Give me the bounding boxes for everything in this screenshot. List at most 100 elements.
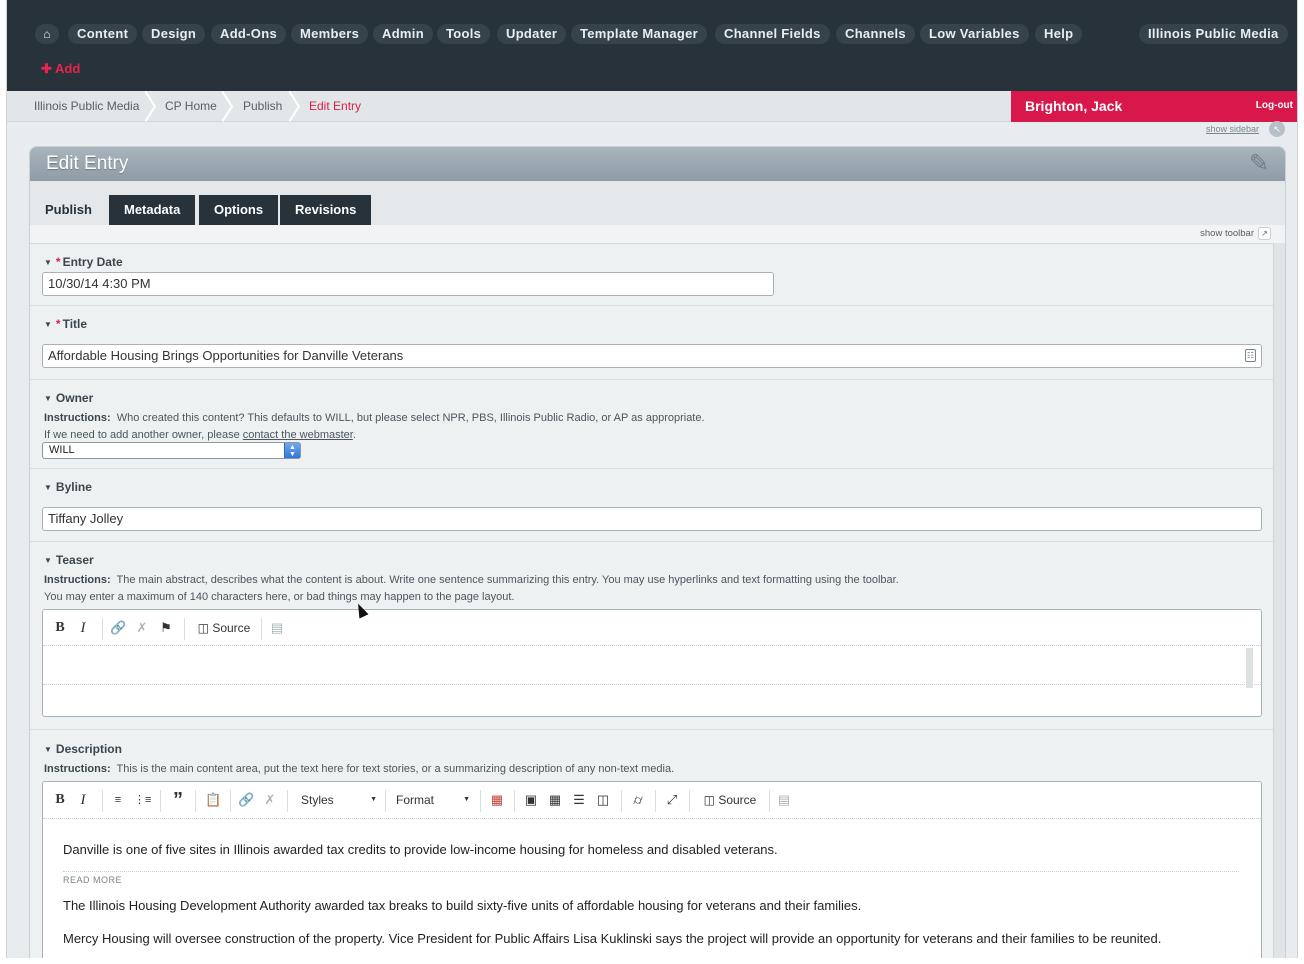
nav-design[interactable]: Design bbox=[142, 24, 206, 44]
toolbar-divider bbox=[514, 790, 515, 812]
bullet-list-icon[interactable]: ⋮≡ bbox=[134, 791, 151, 809]
link-icon[interactable]: 🔗 bbox=[238, 791, 254, 809]
home-icon[interactable]: ⌂ bbox=[35, 24, 59, 44]
nav-members[interactable]: Members bbox=[291, 24, 369, 44]
breadcrumb-separator-icon bbox=[145, 91, 157, 122]
nav-admin[interactable]: Admin bbox=[373, 24, 433, 44]
contact-webmaster-link[interactable]: contact the webmaster bbox=[243, 429, 353, 441]
toolbar-divider bbox=[480, 790, 481, 812]
toolbar-divider bbox=[385, 790, 386, 812]
teaser-editor: B I 🔗 ✗ ⚑ ◫ Source ▤ bbox=[42, 609, 1262, 717]
logout-link[interactable]: Log-out bbox=[1256, 100, 1293, 111]
nav-updater[interactable]: Updater bbox=[497, 24, 567, 44]
nav-template-manager[interactable]: Template Manager bbox=[571, 24, 707, 44]
toolbar-divider bbox=[689, 790, 690, 812]
field-instructions: If we need to add another owner, please … bbox=[44, 429, 356, 441]
page-scrollbar[interactable] bbox=[1273, 243, 1285, 958]
page-break-icon[interactable]: ⌭ bbox=[630, 791, 646, 809]
bold-button[interactable]: B bbox=[53, 791, 67, 809]
anchor-flag-icon[interactable]: ⚑ bbox=[158, 619, 174, 637]
field-instructions: You may enter a maximum of 140 character… bbox=[44, 591, 515, 603]
breadcrumb-cp-home[interactable]: CP Home bbox=[165, 91, 217, 122]
panel-header: Edit Entry ✎ bbox=[30, 147, 1285, 181]
templates-icon[interactable]: ▤ bbox=[776, 791, 792, 809]
nav-help[interactable]: Help bbox=[1035, 24, 1083, 44]
tab-bar: Publish Metadata Options Revisions bbox=[30, 181, 1285, 225]
show-toolbar-label: show toolbar bbox=[1200, 228, 1254, 239]
show-toolbar-link[interactable]: show toolbar ↗ bbox=[1200, 227, 1271, 240]
toolbar-divider bbox=[769, 790, 770, 812]
blockquote-icon[interactable]: ” bbox=[168, 790, 188, 810]
toolbar-divider bbox=[195, 790, 196, 812]
field-label[interactable]: ▼ Owner bbox=[44, 391, 93, 405]
editor-divider bbox=[43, 684, 1261, 685]
breadcrumb-publish[interactable]: Publish bbox=[243, 91, 282, 122]
italic-button[interactable]: I bbox=[77, 791, 89, 809]
toolbar-divider bbox=[184, 618, 185, 640]
user-box: Brighton, Jack Log-out bbox=[1011, 91, 1297, 122]
media-icon[interactable]: ▦ bbox=[488, 791, 506, 809]
field-instructions: Instructions: The main abstract, describ… bbox=[44, 574, 899, 586]
field-label[interactable]: ▼ Byline bbox=[44, 480, 92, 494]
styles-dropdown[interactable]: Styles ▼ bbox=[301, 791, 377, 809]
nav-site-name[interactable]: Illinois Public Media bbox=[1139, 24, 1288, 44]
table-icon[interactable]: ▦ bbox=[547, 791, 563, 809]
nav-low-variables[interactable]: Low Variables bbox=[920, 24, 1029, 44]
tab-metadata[interactable]: Metadata bbox=[109, 195, 196, 225]
maximize-icon[interactable]: ⤢ bbox=[664, 791, 680, 809]
tab-publish[interactable]: Publish bbox=[30, 195, 107, 225]
description-editor: B I ≡ ⋮≡ ” 📋 🔗 ✗ Styles ▼ Format ▼ ▦ ▣ ▦… bbox=[42, 781, 1262, 958]
field-byline: ▼ Byline Tiffany Jolley bbox=[30, 469, 1273, 542]
paragraph[interactable]: Danville is one of five sites in Illinoi… bbox=[63, 842, 778, 857]
field-label[interactable]: ▼ * Title bbox=[44, 317, 87, 331]
title-input[interactable]: Affordable Housing Brings Opportunities … bbox=[42, 344, 1262, 368]
breadcrumb-separator-icon bbox=[222, 91, 234, 122]
field-label[interactable]: ▼ Teaser bbox=[44, 553, 94, 567]
collapse-triangle-icon: ▼ bbox=[44, 320, 52, 329]
collapse-triangle-icon: ▼ bbox=[44, 556, 52, 565]
collapse-triangle-icon: ▼ bbox=[44, 745, 52, 754]
nav-channel-fields[interactable]: Channel Fields bbox=[715, 24, 830, 44]
source-button[interactable]: ◫ Source bbox=[699, 791, 761, 809]
editor-scrollbar[interactable] bbox=[1246, 648, 1253, 688]
paste-icon[interactable]: 📋 bbox=[205, 791, 221, 809]
editor-toolbar: B I ≡ ⋮≡ ” 📋 🔗 ✗ Styles ▼ Format ▼ ▦ ▣ ▦… bbox=[43, 782, 1261, 819]
show-sidebar-link[interactable]: show sidebar bbox=[1206, 124, 1259, 134]
toolbar-divider bbox=[102, 618, 103, 640]
image-icon[interactable]: ▣ bbox=[523, 791, 539, 809]
owner-select[interactable]: WILL ▲ ▼ bbox=[42, 442, 301, 459]
paragraph[interactable]: The Illinois Housing Development Authori… bbox=[63, 898, 861, 913]
entry-date-input[interactable]: 10/30/14 4:30 PM bbox=[42, 272, 774, 296]
nav-tools[interactable]: Tools bbox=[437, 24, 491, 44]
unlink-icon[interactable]: ✗ bbox=[134, 619, 150, 637]
arrow-icon[interactable]: ↖ bbox=[1269, 121, 1285, 137]
paragraph[interactable]: Mercy Housing will oversee construction … bbox=[63, 931, 1161, 946]
breadcrumb-edit-entry: Edit Entry bbox=[309, 99, 362, 113]
video-icon[interactable]: ◫ bbox=[595, 791, 611, 809]
nav-channels[interactable]: Channels bbox=[836, 24, 915, 44]
user-name[interactable]: Brighton, Jack bbox=[1025, 98, 1122, 114]
publish-form: ▼ * Entry Date 10/30/14 4:30 PM ▼ * Title Af… bbox=[30, 243, 1273, 958]
add-button[interactable]: ✚ Add bbox=[41, 61, 80, 77]
card-icon[interactable]: ☷ bbox=[1245, 349, 1256, 362]
nav-add-ons[interactable]: Add-Ons bbox=[211, 24, 286, 44]
numbered-list-icon[interactable]: ≡ bbox=[110, 791, 126, 809]
byline-input[interactable]: Tiffany Jolley bbox=[42, 507, 1262, 531]
breadcrumb-site[interactable]: Illinois Public Media bbox=[34, 91, 139, 122]
toolbar-divider bbox=[655, 790, 656, 812]
italic-button[interactable]: I bbox=[77, 619, 89, 637]
field-label[interactable]: ▼ * Entry Date bbox=[44, 255, 123, 269]
horizontal-rule-icon[interactable]: ☰ bbox=[571, 791, 587, 809]
field-entry-date: ▼ * Entry Date 10/30/14 4:30 PM bbox=[30, 244, 1273, 306]
field-label[interactable]: ▼ Description bbox=[44, 742, 122, 756]
link-icon[interactable]: 🔗 bbox=[110, 619, 126, 637]
templates-icon[interactable]: ▤ bbox=[269, 619, 285, 637]
format-dropdown[interactable]: Format ▼ bbox=[396, 791, 470, 809]
tab-options[interactable]: Options bbox=[199, 195, 279, 225]
nav-content[interactable]: Content bbox=[68, 24, 138, 44]
unlink-icon[interactable]: ✗ bbox=[262, 791, 278, 809]
source-button[interactable]: ◫ Source bbox=[193, 619, 255, 637]
toolbar-divider bbox=[102, 790, 103, 812]
tab-revisions[interactable]: Revisions bbox=[280, 195, 372, 225]
bold-button[interactable]: B bbox=[53, 619, 67, 637]
